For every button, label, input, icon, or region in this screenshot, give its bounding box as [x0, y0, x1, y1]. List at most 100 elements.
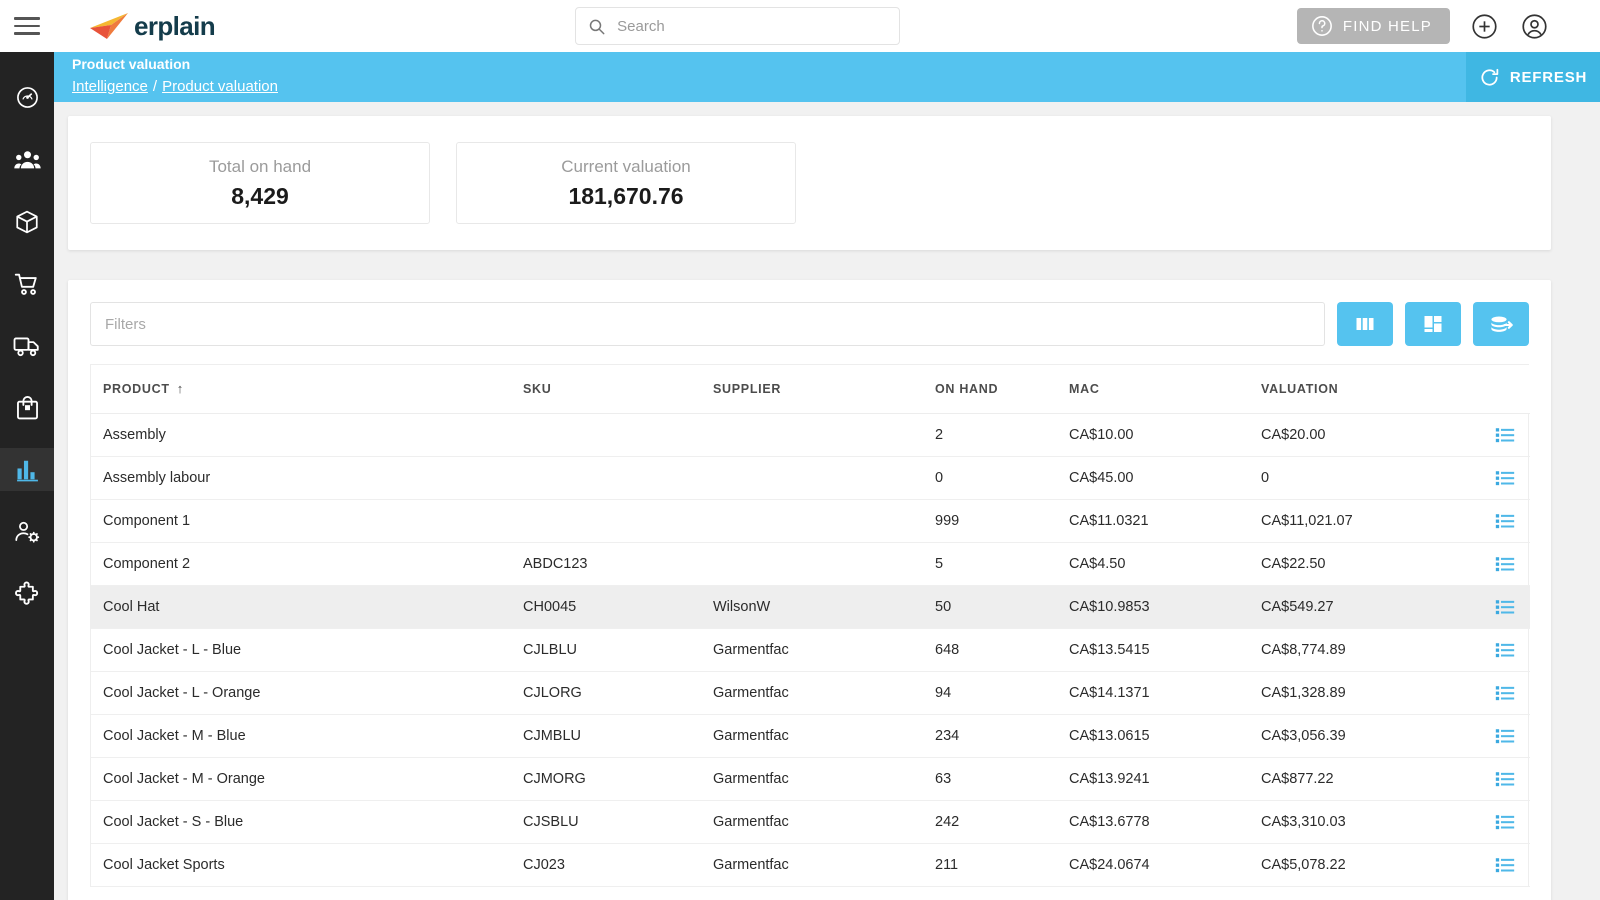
table-row[interactable]: Component 1 999 CA$11.0321 CA$11,021.07 [91, 499, 1530, 543]
list-details-icon [1495, 556, 1515, 571]
cell-on-hand: 234 [923, 714, 1057, 758]
sidebar-item-shipping[interactable] [0, 324, 54, 367]
cell-supplier [701, 413, 923, 457]
columns-button[interactable] [1337, 302, 1393, 346]
row-details-button[interactable] [1494, 467, 1530, 489]
cell-product: Assembly [91, 413, 511, 457]
sidebar-item-customers[interactable] [0, 138, 54, 181]
cell-actions[interactable] [1494, 585, 1530, 629]
cell-mac: CA$10.9853 [1057, 585, 1249, 629]
cell-on-hand: 50 [923, 585, 1057, 629]
refresh-button[interactable]: REFRESH [1466, 52, 1600, 102]
top-bar: erplain FIND HELP [0, 0, 1600, 52]
cell-actions[interactable] [1494, 499, 1530, 543]
cell-mac: CA$13.6778 [1057, 800, 1249, 844]
column-header-supplier[interactable]: SUPPLIER [701, 365, 923, 414]
column-header-actions [1494, 365, 1530, 414]
table-row[interactable]: Assembly 2 CA$10.00 CA$20.00 [91, 413, 1530, 457]
cell-actions[interactable] [1494, 413, 1530, 457]
hamburger-icon[interactable] [0, 0, 54, 52]
cell-actions[interactable] [1494, 456, 1530, 500]
cell-mac: CA$45.00 [1057, 456, 1249, 500]
search-input[interactable] [617, 17, 887, 35]
sidebar-item-user-settings[interactable] [0, 510, 54, 553]
cell-valuation: CA$3,310.03 [1249, 800, 1494, 844]
sidebar-item-intelligence[interactable] [0, 448, 54, 491]
find-help-button[interactable]: FIND HELP [1296, 8, 1450, 44]
cell-actions[interactable] [1494, 628, 1530, 672]
table-row[interactable]: Cool Jacket - S - Blue CJSBLU Garmentfac 24… [91, 800, 1530, 844]
cell-mac: CA$24.0674 [1057, 843, 1249, 887]
column-header-on-hand[interactable]: ON HAND [923, 365, 1057, 414]
cell-actions[interactable] [1494, 542, 1530, 586]
layout-button[interactable] [1405, 302, 1461, 346]
cell-actions[interactable] [1494, 800, 1530, 844]
column-header-sku[interactable]: SKU [511, 365, 701, 414]
cell-supplier: WilsonW [701, 585, 923, 629]
table-row[interactable]: Cool Jacket - M - Orange CJMORG Garmentfac… [91, 757, 1530, 801]
row-details-button[interactable] [1494, 811, 1530, 833]
filters-field[interactable] [90, 302, 1325, 346]
sidebar-item-dashboard[interactable] [0, 76, 54, 119]
sidebar-item-purchases[interactable] [0, 386, 54, 429]
row-details-button[interactable] [1494, 596, 1530, 618]
table-row[interactable]: Assembly labour 0 CA$45.00 0 [91, 456, 1530, 500]
truck-icon [13, 337, 39, 356]
cell-on-hand: 999 [923, 499, 1057, 543]
cell-sku [511, 413, 701, 457]
row-details-button[interactable] [1494, 553, 1530, 575]
search-bar[interactable] [575, 7, 900, 45]
sidebar-nav [0, 52, 54, 900]
column-header-mac[interactable]: MAC [1057, 365, 1249, 414]
cell-actions[interactable] [1494, 671, 1530, 715]
list-details-icon [1495, 857, 1515, 872]
row-details-button[interactable] [1494, 510, 1530, 532]
cell-sku: ABDC123 [511, 542, 701, 586]
table-row[interactable]: Cool Jacket - L - Orange CJLORG Garmentfac… [91, 671, 1530, 715]
cell-mac: CA$11.0321 [1057, 499, 1249, 543]
cell-actions[interactable] [1494, 843, 1530, 887]
table-row[interactable]: Cool Hat CH0045 WilsonW 50 CA$10.9853 CA$549.… [91, 585, 1530, 629]
cell-sku: CJSBLU [511, 800, 701, 844]
account-button[interactable] [1518, 10, 1550, 42]
search-icon [589, 19, 605, 34]
table-row[interactable]: Cool Jacket Sports CJ023 Garmentfac 211 CA$2… [91, 843, 1530, 887]
row-details-button[interactable] [1494, 424, 1530, 446]
cell-supplier: Garmentfac [701, 714, 923, 758]
kpi-panel: Total on hand 8,429 Current valuation 18… [68, 116, 1551, 250]
table-header-row: PRODUCT ↑ SKU SUPPLIER ON HAND MAC VALUAT… [91, 365, 1530, 414]
cell-valuation: CA$549.27 [1249, 585, 1494, 629]
table-row[interactable]: Cool Jacket - L - Blue CJLBLU Garmentfac 64… [91, 628, 1530, 672]
table-row[interactable]: Cool Jacket - M - Blue CJMBLU Garmentfac 23… [91, 714, 1530, 758]
table-row[interactable]: Component 2 ABDC123 5 CA$4.50 CA$22.50 [91, 542, 1530, 586]
filters-input[interactable] [105, 315, 1310, 333]
cell-valuation: CA$8,774.89 [1249, 628, 1494, 672]
cell-valuation: 0 [1249, 456, 1494, 500]
erplain-logo[interactable]: erplain [88, 11, 216, 42]
breadcrumb-current[interactable]: Product valuation [162, 78, 278, 95]
cell-on-hand: 2 [923, 413, 1057, 457]
cell-mac: CA$13.9241 [1057, 757, 1249, 801]
kpi-total-on-hand: Total on hand 8,429 [90, 142, 430, 224]
cell-on-hand: 5 [923, 542, 1057, 586]
row-details-button[interactable] [1494, 639, 1530, 661]
cell-supplier [701, 499, 923, 543]
cell-valuation: CA$5,078.22 [1249, 843, 1494, 887]
plus-circle-icon [1471, 13, 1497, 39]
export-button[interactable] [1473, 302, 1529, 346]
cell-mac: CA$10.00 [1057, 413, 1249, 457]
sidebar-item-products[interactable] [0, 200, 54, 243]
cell-actions[interactable] [1494, 714, 1530, 758]
row-details-button[interactable] [1494, 725, 1530, 747]
sidebar-item-integrations[interactable] [0, 572, 54, 615]
row-details-button[interactable] [1494, 682, 1530, 704]
breadcrumb-parent[interactable]: Intelligence [72, 78, 148, 95]
row-details-button[interactable] [1494, 768, 1530, 790]
cell-supplier [701, 542, 923, 586]
cell-actions[interactable] [1494, 757, 1530, 801]
add-button[interactable] [1468, 10, 1500, 42]
column-header-product[interactable]: PRODUCT ↑ [91, 365, 511, 414]
column-header-valuation[interactable]: VALUATION [1249, 365, 1494, 414]
row-details-button[interactable] [1494, 854, 1530, 876]
sidebar-item-sales[interactable] [0, 262, 54, 305]
